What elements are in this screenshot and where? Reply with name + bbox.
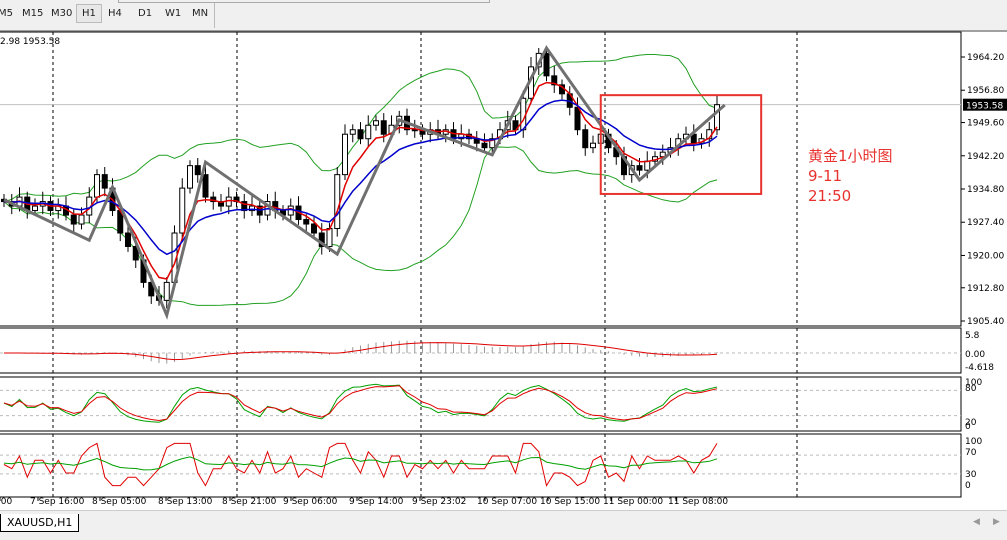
- candle-body: [365, 124, 372, 140]
- rsi-label: 30: [965, 470, 977, 480]
- time-label: 10 Sep 07:00: [477, 497, 537, 507]
- time-label: 8 Sep 13:00: [158, 497, 213, 507]
- time-label: 8:00: [0, 497, 12, 507]
- candle-body: [411, 129, 418, 132]
- annotation-title: 黄金1小时图: [808, 147, 893, 165]
- price-chart[interactable]: 2.98 1953.58 1964.20 1956.80 1949.60 1942.2…: [0, 0, 1007, 510]
- candle-body: [194, 165, 201, 176]
- pane-frame-1: [0, 327, 962, 374]
- time-label: 9 Sep 23:02: [412, 497, 466, 507]
- rsi-label: 0: [965, 481, 971, 491]
- candle-body: [163, 281, 170, 301]
- tab-xauusd-h1[interactable]: XAUUSD,H1: [0, 514, 80, 532]
- annotation-date: 9-11: [808, 167, 843, 185]
- price-label: 1920.00: [967, 251, 1004, 261]
- time-label: 7 Sep 16:00: [30, 497, 85, 507]
- ohlc-readout: 2.98 1953.58: [0, 37, 60, 47]
- candle-body: [101, 174, 108, 189]
- time-label: 8 Sep 05:00: [92, 497, 147, 507]
- candle-body: [311, 223, 317, 234]
- candle-body: [287, 205, 294, 216]
- annotation-time: 21:50: [808, 187, 852, 205]
- candle-body: [187, 165, 193, 189]
- candle-body: [481, 142, 488, 149]
- time-label: 10 Sep 15:00: [540, 497, 600, 507]
- candle-body: [94, 174, 100, 198]
- time-label: 11 Sep 08:00: [668, 497, 728, 507]
- candle-body: [326, 228, 333, 247]
- candle-body: [373, 120, 379, 126]
- candle-body: [78, 214, 85, 225]
- pane-frame-2: [0, 376, 962, 432]
- time-label: 9 Sep 06:00: [283, 497, 338, 507]
- current-price-label: 1953.58: [966, 102, 1003, 112]
- candle-body: [543, 52, 550, 77]
- price-label: 1927.40: [967, 218, 1004, 228]
- candle-body: [644, 160, 651, 171]
- candle-body: [334, 174, 341, 230]
- candle-body: [349, 129, 356, 135]
- candle-body: [303, 219, 310, 225]
- macd-label: 5.8: [965, 331, 980, 341]
- chart-annotation: 黄金1小时图 9-11 21:50: [808, 146, 893, 206]
- candle-body: [32, 205, 38, 212]
- candle-body: [70, 214, 77, 225]
- candle-body: [202, 174, 209, 198]
- candle-body: [179, 187, 186, 234]
- stoch-label: 80: [965, 384, 977, 394]
- candle-body: [520, 97, 527, 131]
- scroll-right-icon[interactable]: ▶: [993, 517, 1000, 527]
- candle-body: [357, 129, 364, 140]
- macd-label: -4.618: [965, 363, 994, 373]
- candle-body: [342, 133, 348, 176]
- macd-label: 0.00: [965, 350, 985, 360]
- candle-body: [125, 232, 131, 247]
- candle-body: [582, 129, 589, 149]
- candle-body: [590, 142, 596, 149]
- stoch-label: 0: [965, 422, 971, 432]
- candle-body: [636, 165, 643, 171]
- price-label: 1949.60: [967, 119, 1004, 129]
- candle-body: [574, 106, 581, 131]
- time-label: 9 Sep 14:00: [349, 497, 404, 507]
- rsi-label: 100: [965, 437, 982, 447]
- time-label: 8 Sep 21:00: [222, 497, 277, 507]
- candle-body: [380, 120, 387, 135]
- price-label: 1942.20: [967, 152, 1004, 162]
- price-label: 1934.80: [967, 185, 1004, 195]
- price-label: 1956.80: [967, 86, 1004, 96]
- pane-frame-3: [0, 433, 962, 498]
- rsi-label: 70: [965, 448, 977, 458]
- scroll-left-icon[interactable]: ◀: [973, 517, 980, 527]
- price-label: 1905.40: [967, 317, 1004, 327]
- price-label: 1964.20: [967, 53, 1004, 63]
- time-label: 11 Sep 00:00: [603, 497, 663, 507]
- chart-tab-bar: XAUUSD,H1 ◀ ▶: [0, 510, 1007, 540]
- price-label: 1912.80: [967, 284, 1004, 294]
